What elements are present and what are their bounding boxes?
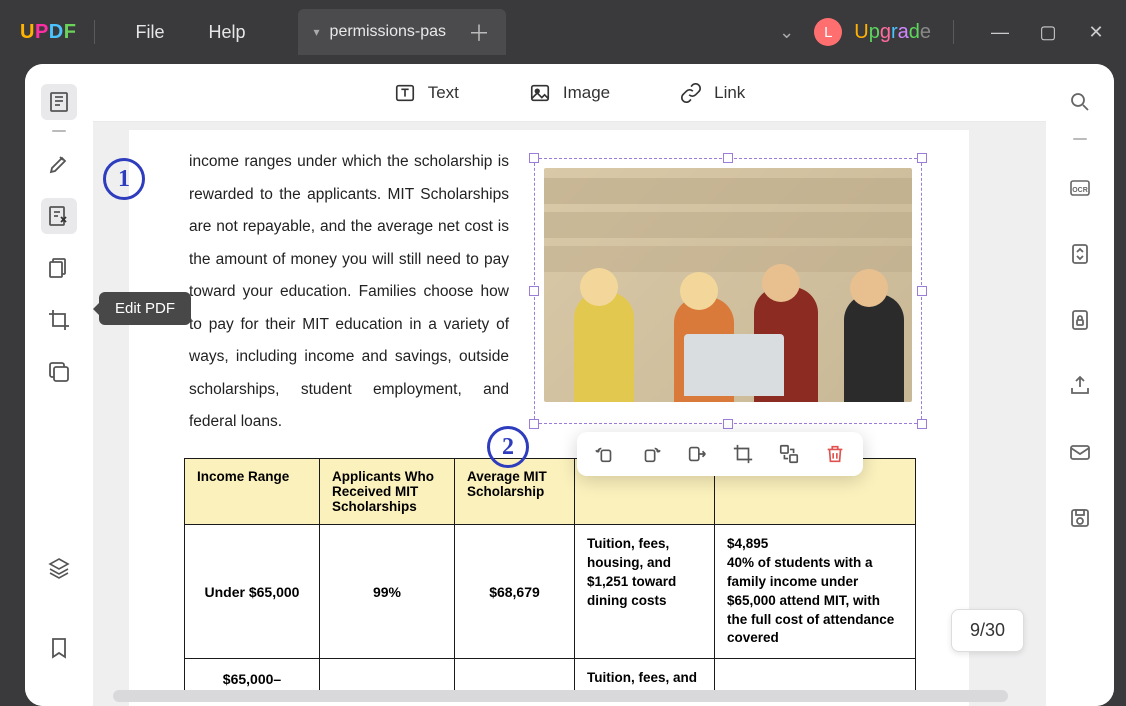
tab-filename: permissions-pas [330, 23, 446, 41]
logo-letter: F [64, 21, 77, 43]
annotate-tool[interactable] [41, 146, 77, 182]
cell-note: $4,895 40% of students with a family inc… [715, 525, 916, 659]
horizontal-scrollbar[interactable] [113, 690, 1008, 702]
page-counter[interactable]: 9/30 [951, 609, 1024, 652]
new-tab-button[interactable]: ＋ [468, 16, 490, 48]
convert-button[interactable] [1062, 236, 1098, 272]
cell-range: Under $65,000 [185, 525, 320, 659]
layers-button[interactable] [41, 550, 77, 586]
col-applicants: Applicants Who Received MIT Scholarships [320, 459, 455, 525]
paragraph-text: income ranges under which the scholarshi… [189, 146, 509, 439]
resize-handle-tr[interactable] [917, 153, 927, 163]
tabs-dropdown-icon[interactable]: ⌄ [779, 22, 794, 43]
resize-handle-mr[interactable] [917, 286, 927, 296]
crop-image-button[interactable] [731, 442, 755, 466]
ocr-button[interactable]: OCR [1062, 170, 1098, 206]
save-button[interactable] [1062, 500, 1098, 536]
protect-button[interactable] [1062, 302, 1098, 338]
extract-image-button[interactable] [685, 442, 709, 466]
cell-cost: Tuition, fees, housing, and $1,251 towar… [575, 525, 715, 659]
avatar: L [814, 18, 842, 46]
menu-file[interactable]: File [135, 22, 164, 43]
right-sidebar: OCR [1046, 64, 1114, 706]
separator [953, 20, 954, 44]
titlebar: UPDF File Help ▾ permissions-pas ＋ ⌄ L U… [0, 0, 1126, 64]
edit-link-label: Link [714, 83, 745, 103]
crop-tool[interactable] [41, 302, 77, 338]
close-button[interactable]: ✕ [1086, 22, 1106, 43]
annotation-1: 1 [103, 158, 145, 200]
rotate-right-button[interactable] [639, 442, 663, 466]
edit-text-label: Text [428, 83, 459, 103]
image-toolbar [577, 432, 863, 476]
col-avg-scholarship: Average MIT Scholarship [455, 459, 575, 525]
left-sidebar [25, 64, 93, 706]
logo-letter: D [49, 21, 64, 43]
main-area: Edit PDF OCR Text Image Link income rang… [25, 64, 1114, 706]
upgrade-button[interactable]: L Upgrade [814, 18, 931, 46]
minimize-button[interactable]: — [990, 22, 1010, 43]
resize-handle-tl[interactable] [529, 153, 539, 163]
selected-image[interactable] [534, 158, 922, 424]
cell-avg: $68,679 [455, 525, 575, 659]
replace-image-button[interactable] [777, 442, 801, 466]
app-logo: UPDF [20, 21, 76, 44]
pages-tool[interactable] [41, 250, 77, 286]
selection-border [534, 158, 922, 424]
window-controls: — ▢ ✕ [990, 22, 1106, 43]
resize-handle-bl[interactable] [529, 419, 539, 429]
background-tool[interactable] [41, 354, 77, 390]
tab-chevron-icon: ▾ [314, 25, 320, 39]
document-page: income ranges under which the scholarshi… [129, 130, 969, 706]
document-tab[interactable]: ▾ permissions-pas ＋ [298, 9, 507, 55]
sidebar-divider [1073, 138, 1087, 140]
edit-pdf-tooltip: Edit PDF [99, 292, 191, 325]
edit-image-label: Image [563, 83, 610, 103]
edit-link-button[interactable]: Link [680, 82, 745, 104]
cell-pct: 99% [320, 525, 455, 659]
resize-handle-tm[interactable] [723, 153, 733, 163]
edit-image-button[interactable]: Image [529, 82, 610, 104]
logo-letter: U [20, 21, 35, 43]
bookmark-button[interactable] [41, 630, 77, 666]
resize-handle-ml[interactable] [529, 286, 539, 296]
svg-text:OCR: OCR [1072, 187, 1088, 194]
email-button[interactable] [1062, 434, 1098, 470]
rotate-left-button[interactable] [593, 442, 617, 466]
table-row: Under $65,000 99% $68,679 Tuition, fees,… [185, 525, 916, 659]
edit-pdf-tool[interactable] [41, 198, 77, 234]
menu-help[interactable]: Help [208, 22, 245, 43]
col-income-range: Income Range [185, 459, 320, 525]
upgrade-label: Upgrade [854, 21, 931, 44]
separator [94, 20, 95, 44]
edit-text-button[interactable]: Text [394, 82, 459, 104]
logo-letter: P [35, 21, 49, 43]
resize-handle-bm[interactable] [723, 419, 733, 429]
resize-handle-br[interactable] [917, 419, 927, 429]
document-canvas[interactable]: income ranges under which the scholarshi… [93, 122, 1046, 706]
edit-toolbar: Text Image Link [93, 64, 1046, 122]
maximize-button[interactable]: ▢ [1038, 22, 1058, 43]
search-button[interactable] [1062, 84, 1098, 120]
delete-image-button[interactable] [823, 442, 847, 466]
reader-tool[interactable] [41, 84, 77, 120]
share-button[interactable] [1062, 368, 1098, 404]
annotation-2: 2 [487, 426, 529, 468]
scholarship-table: Income Range Applicants Who Received MIT… [184, 458, 916, 699]
sidebar-divider [52, 130, 66, 132]
